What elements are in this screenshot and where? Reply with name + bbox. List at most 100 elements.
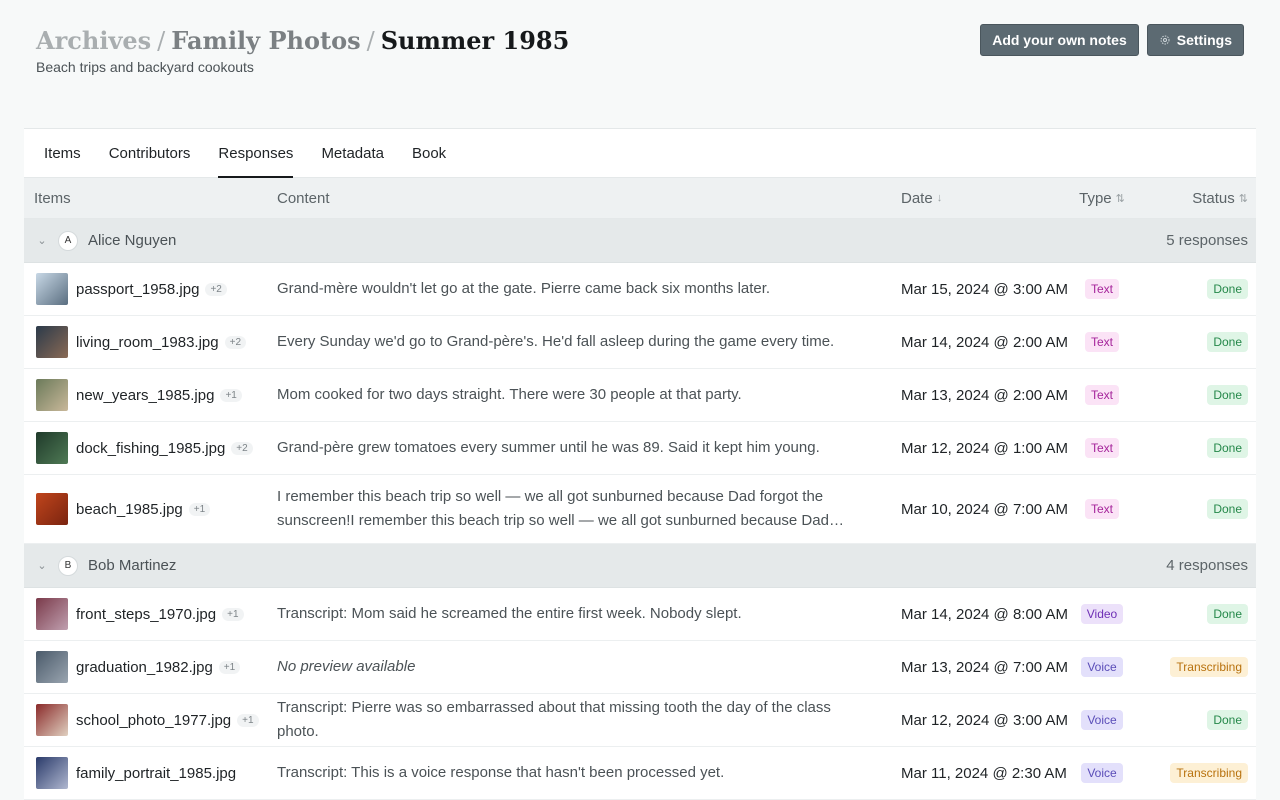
type-cell: Voice	[1061, 657, 1143, 677]
responses-panel: Items Contributors Responses Metadata Book I…	[24, 128, 1256, 800]
photo-thumbnail[interactable]	[36, 651, 68, 683]
breadcrumb-archives[interactable]: Archives	[36, 26, 151, 55]
settings-label: Settings	[1176, 32, 1232, 48]
page-title: Summer 1985	[380, 26, 570, 55]
chevron-down-icon[interactable]: ⌄	[35, 559, 49, 572]
table-row[interactable]: front_steps_1970.jpg +1 Transcript: Mom sa…	[24, 588, 1256, 641]
photo-thumbnail[interactable]	[36, 493, 68, 525]
type-badge: Text	[1084, 385, 1119, 405]
chevron-down-icon[interactable]: ⌄	[35, 234, 49, 247]
tab-book[interactable]: Book	[412, 129, 446, 177]
type-badge: Text	[1084, 279, 1119, 299]
page-subtitle: Beach trips and backyard cookouts	[36, 59, 254, 75]
photo-thumbnail[interactable]	[36, 598, 68, 630]
date-cell: Mar 12, 2024 @ 3:00 AM	[901, 711, 1068, 729]
settings-button[interactable]: Settings	[1146, 24, 1244, 56]
add-notes-button[interactable]: Add your own notes	[980, 24, 1139, 56]
type-badge: Voice	[1081, 657, 1123, 677]
contributor-group-header[interactable]: ⌄ B Bob Martinez 4 responses	[24, 544, 1256, 588]
file-name[interactable]: front_steps_1970.jpg	[76, 606, 216, 623]
contributor-group-header[interactable]: ⌄ A Alice Nguyen 5 responses	[24, 219, 1256, 263]
table-row[interactable]: graduation_1982.jpg +1 No preview availabl…	[24, 641, 1256, 694]
table-row[interactable]: school_photo_1977.jpg +1 Transcript: Pierr…	[24, 694, 1256, 747]
type-cell: Voice	[1061, 710, 1143, 730]
item-cell: family_portrait_1985.jpg	[24, 757, 267, 789]
content-cell: Every Sunday we'd go to Grand-père's. He…	[267, 330, 891, 354]
table-row[interactable]: dock_fishing_1985.jpg +2 Grand-père grew t…	[24, 422, 1256, 475]
column-header-type[interactable]: Type ⇅	[1061, 190, 1143, 207]
type-cell: Text	[1061, 279, 1143, 299]
content-cell: Transcript: Mom said he screamed the ent…	[267, 602, 891, 626]
breadcrumb-family-photos[interactable]: Family Photos	[171, 26, 360, 55]
column-header-content[interactable]: Content	[267, 190, 891, 207]
status-badge: Done	[1207, 710, 1248, 730]
column-header-date[interactable]: Date ↓	[891, 190, 1061, 207]
date-cell: Mar 12, 2024 @ 1:00 AM	[901, 439, 1068, 457]
photo-thumbnail[interactable]	[36, 326, 68, 358]
status-cell: Done	[1143, 438, 1256, 458]
type-badge: Video	[1080, 604, 1124, 624]
status-badge: Done	[1207, 279, 1248, 299]
table-body: ⌄ A Alice Nguyen 5 responses passport_1958.j…	[24, 219, 1256, 800]
status-cell: Transcribing	[1143, 657, 1256, 677]
column-header-status[interactable]: Status ⇅	[1143, 190, 1256, 207]
response-content: Grand-père grew tomatoes every summer un…	[277, 439, 820, 456]
date-cell: Mar 11, 2024 @ 2:30 AM	[901, 764, 1067, 782]
breadcrumb-separator: /	[366, 27, 375, 55]
response-content: Mom cooked for two days straight. There …	[277, 386, 742, 403]
contributor-name: Alice Nguyen	[88, 232, 177, 249]
table-row[interactable]: passport_1958.jpg +2 Grand-mère wouldn't l…	[24, 263, 1256, 316]
date-cell: Mar 15, 2024 @ 3:00 AM	[901, 280, 1068, 298]
table-row[interactable]: family_portrait_1985.jpg Transcript: This…	[24, 747, 1256, 800]
file-name[interactable]: graduation_1982.jpg	[76, 659, 213, 676]
tab-contributors[interactable]: Contributors	[109, 129, 191, 177]
content-cell: Grand-mère wouldn't let go at the gate. …	[267, 277, 891, 301]
file-name[interactable]: family_portrait_1985.jpg	[76, 765, 236, 782]
column-header-items[interactable]: Items	[24, 190, 267, 207]
file-name[interactable]: beach_1985.jpg	[76, 501, 183, 518]
response-content: Grand-mère wouldn't let go at the gate. …	[277, 280, 771, 297]
contributor-name: Bob Martinez	[88, 557, 177, 574]
tab-responses[interactable]: Responses	[218, 129, 294, 178]
tab-bar: Items Contributors Responses Metadata Book	[24, 129, 1256, 178]
status-badge: Transcribing	[1170, 763, 1248, 783]
photo-thumbnail[interactable]	[36, 704, 68, 736]
tab-items[interactable]: Items	[44, 129, 81, 177]
column-header-date-label: Date	[901, 189, 933, 207]
content-cell: I remember this beach trip so well — we …	[267, 485, 891, 533]
file-name[interactable]: new_years_1985.jpg	[76, 387, 214, 404]
table-row[interactable]: beach_1985.jpg +1 I remember this beach tr…	[24, 475, 1256, 544]
file-name[interactable]: passport_1958.jpg	[76, 281, 199, 298]
photo-thumbnail[interactable]	[36, 273, 68, 305]
extra-items-badge: +2	[205, 282, 227, 296]
status-badge: Transcribing	[1170, 657, 1248, 677]
file-name[interactable]: school_photo_1977.jpg	[76, 712, 231, 729]
photo-thumbnail[interactable]	[36, 432, 68, 464]
response-content: I remember this beach trip so well — we …	[277, 488, 829, 529]
table-row[interactable]: living_room_1983.jpg +2 Every Sunday we'd …	[24, 316, 1256, 369]
tab-metadata[interactable]: Metadata	[321, 129, 384, 177]
extra-items-badge: +1	[188, 502, 211, 516]
item-cell: dock_fishing_1985.jpg +2	[24, 432, 267, 464]
response-content: Every Sunday we'd go to Grand-père's. He…	[277, 333, 835, 350]
sort-icon: ⇅	[1115, 192, 1125, 205]
gear-icon	[1160, 35, 1170, 45]
photo-thumbnail[interactable]	[36, 757, 68, 789]
response-count: 5 responses	[1166, 232, 1248, 249]
response-content: Transcript: This is a voice response tha…	[277, 764, 725, 781]
status-badge: Done	[1207, 332, 1248, 352]
column-header-status-label: Status	[1192, 189, 1235, 207]
file-name[interactable]: living_room_1983.jpg	[76, 334, 219, 351]
item-cell: beach_1985.jpg +1	[24, 493, 267, 525]
table-row[interactable]: new_years_1985.jpg +1 Mom cooked for two d…	[24, 369, 1256, 422]
response-content: No preview available	[277, 658, 416, 675]
type-badge: Text	[1084, 332, 1119, 352]
extra-items-badge: +1	[237, 713, 259, 727]
response-content: Transcript: Mom said he screamed the ent…	[277, 605, 742, 622]
photo-thumbnail[interactable]	[36, 379, 68, 411]
content-cell: Mom cooked for two days straight. There …	[267, 383, 891, 407]
type-cell: Text	[1061, 332, 1143, 352]
status-cell: Done	[1143, 499, 1256, 519]
file-name[interactable]: dock_fishing_1985.jpg	[76, 440, 225, 457]
sort-icon: ⇅	[1238, 192, 1248, 205]
